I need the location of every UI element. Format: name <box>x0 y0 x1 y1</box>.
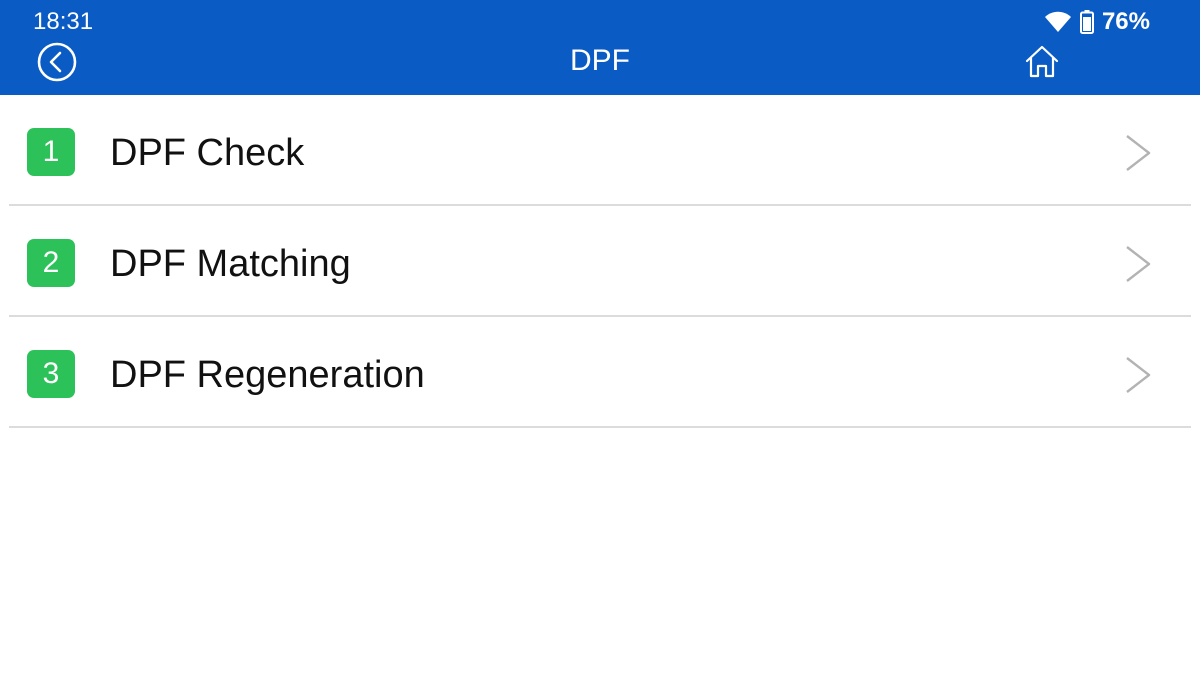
battery-icon <box>1079 10 1094 34</box>
wifi-icon <box>1044 11 1072 33</box>
chevron-right-icon <box>1124 244 1152 284</box>
row-divider <box>9 426 1191 428</box>
status-time: 18:31 <box>33 8 94 35</box>
chevron-right-icon <box>1124 355 1152 395</box>
home-button[interactable] <box>1024 44 1060 80</box>
item-label: DPF Matching <box>110 243 351 285</box>
menu-item-dpf-regeneration[interactable]: 3 DPF Regeneration <box>0 317 1200 428</box>
item-number-badge: 1 <box>27 128 75 176</box>
battery-percent: 76% <box>1101 8 1150 35</box>
status-indicators: 76% <box>1044 8 1150 36</box>
app-header: 18:31 76% DPF <box>0 0 1200 95</box>
item-label: DPF Check <box>110 132 305 174</box>
menu-item-dpf-matching[interactable]: 2 DPF Matching <box>0 206 1200 317</box>
item-label: DPF Regeneration <box>110 354 425 396</box>
menu-item-dpf-check[interactable]: 1 DPF Check <box>0 95 1200 206</box>
item-number-badge: 3 <box>27 350 75 398</box>
menu-list: 1 DPF Check 2 DPF Matching 3 DPF Regener… <box>0 95 1200 428</box>
home-icon <box>1024 44 1060 80</box>
page-title: DPF <box>570 44 630 77</box>
item-number-badge: 2 <box>27 239 75 287</box>
chevron-right-icon <box>1124 133 1152 173</box>
back-button[interactable] <box>36 41 78 83</box>
circle-chevron-left-icon <box>36 41 78 83</box>
